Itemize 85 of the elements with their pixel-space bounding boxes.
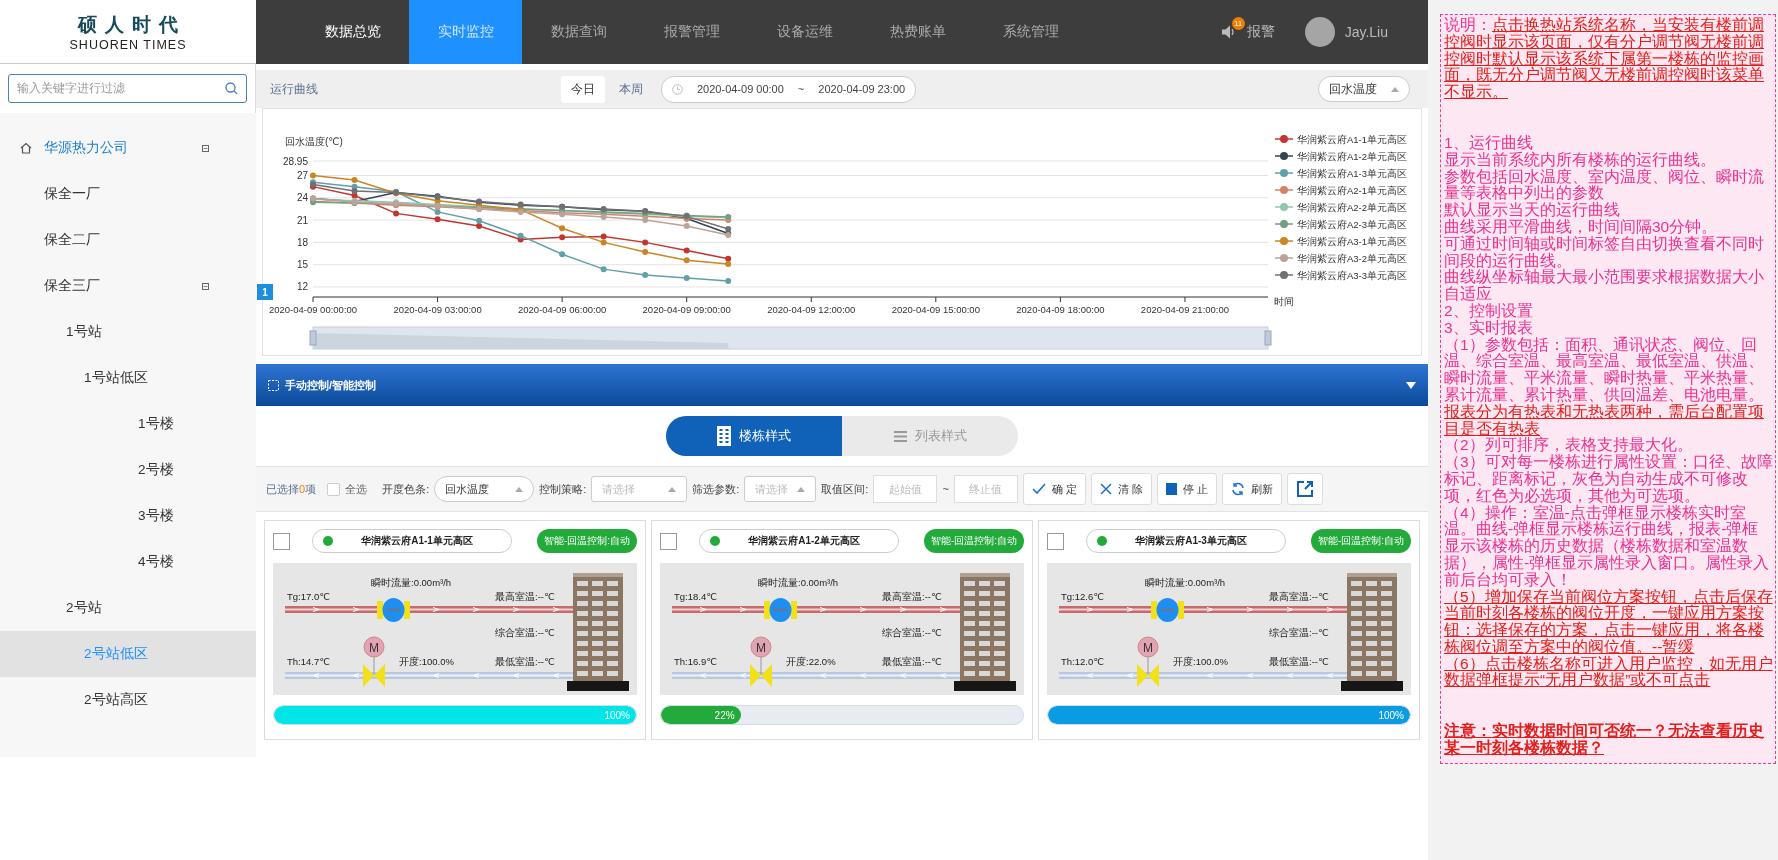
note-paragraph: （2）列可排序，表格支持最大化。 bbox=[1444, 437, 1694, 454]
axis-label: 2020-04-09 12:00:00 bbox=[767, 304, 856, 315]
filter-label: 取值区间: bbox=[821, 481, 869, 497]
axis-label: 2020-04-09 21:00:00 bbox=[1140, 304, 1230, 315]
axis-label: 2020-04-09 03:00:00 bbox=[393, 304, 482, 315]
note-paragraph: 可通过时间轴或时间标签自由切换查看不同时间段的运行曲线。 bbox=[1444, 235, 1765, 269]
note-paragraph: 2、控制设置 bbox=[1444, 302, 1534, 319]
note-paragraph: 显示当前系统内所有楼栋的运行曲线。 bbox=[1444, 151, 1717, 169]
note-paragraph: 参数包括回水温度、室内温度、阀位、瞬时流量等表格中列出的参数 bbox=[1444, 168, 1765, 202]
note-paragraph: （3）可对每一楼栋进行属性设置：口径、故障标记、距离标记，灰色为自动生成不可修改项，红色为必选项，其他为可选项。 bbox=[1444, 454, 1773, 504]
axis-label: 21 bbox=[296, 214, 308, 226]
axis-label: 28.95 bbox=[282, 155, 308, 167]
note-paragraph: 曲线纵坐标轴最大最小范围要求根据数据大小自适应 bbox=[1444, 269, 1765, 303]
motor-label: M bbox=[1143, 641, 1153, 655]
filter-label: 开度色条: bbox=[382, 481, 430, 497]
page-badge: 1 bbox=[257, 284, 273, 300]
filter-label: 控制策略: bbox=[539, 481, 587, 497]
note-paragraph: 曲线采用平滑曲线，时间间隔30分钟。 bbox=[1444, 218, 1719, 235]
motor-label: M bbox=[756, 641, 766, 655]
average-room-temperature: 综合室温:--℃ bbox=[882, 627, 942, 640]
note-paragraph: 注意：实时数据时间可否统一？无法查看历史某一时刻各楼栋数据？ bbox=[1444, 721, 1765, 757]
min-room-temperature: 最低室温:--℃ bbox=[882, 656, 942, 669]
progress-value: 100% bbox=[1378, 709, 1405, 721]
valve-opening: 开度:100.0% bbox=[1173, 656, 1228, 669]
flow-rate: 瞬时流量:0.00m³/h bbox=[758, 577, 839, 590]
note-paragraph: 默认显示当天的运行曲线 bbox=[1444, 202, 1621, 219]
legend-label: 华润紫云府A2-2单元高区 bbox=[1297, 201, 1408, 213]
average-room-temperature: 综合室温:--℃ bbox=[495, 627, 555, 640]
return-temperature: Th:16.9℃ bbox=[674, 656, 717, 667]
legend-label: 华润紫云府A1-1单元高区 bbox=[1297, 133, 1408, 145]
valve-opening: 开度:100.0% bbox=[399, 656, 454, 669]
max-room-temperature: 最高室温:--℃ bbox=[882, 591, 942, 604]
legend-label: 华润紫云府A1-3单元高区 bbox=[1297, 167, 1408, 179]
legend-label: 华润紫云府A3-1单元高区 bbox=[1297, 235, 1408, 247]
progress-value: 100% bbox=[604, 709, 631, 721]
note-paragraph: 1、运行曲线 bbox=[1444, 133, 1534, 151]
min-room-temperature: 最低室温:--℃ bbox=[1269, 656, 1329, 669]
axis-label: 24 bbox=[296, 192, 308, 204]
control-mode-badge: 智能-回温控制:自动 bbox=[1310, 529, 1411, 553]
min-room-temperature: 最低室温:--℃ bbox=[495, 656, 555, 669]
return-temperature: Th:14.7℃ bbox=[287, 656, 330, 667]
return-temperature: Th:12.0℃ bbox=[1061, 656, 1104, 667]
note-paragraph: （6）点击楼栋名称可进入用户监控，如无用户数据弹框提示“无用户数据”或不可点击 bbox=[1444, 655, 1773, 690]
axis-label: 18 bbox=[296, 236, 308, 248]
legend-label: 华润紫云府A3-3单元高区 bbox=[1297, 269, 1408, 281]
note-paragraph: 3、实时报表 bbox=[1444, 319, 1534, 337]
filter-label: 筛选参数: bbox=[692, 481, 740, 497]
progress-value: 22% bbox=[714, 709, 736, 721]
axis-label: 27 bbox=[296, 170, 308, 181]
supply-temperature: Tg:12.6℃ bbox=[1061, 591, 1104, 602]
axis-label: 2020-04-09 18:00:00 bbox=[1016, 304, 1105, 315]
axis-label: 15 bbox=[296, 259, 308, 271]
range-separator: ~ bbox=[942, 483, 949, 495]
legend-label: 华润紫云府A1-2单元高区 bbox=[1297, 150, 1408, 162]
axis-label: 2020-04-09 00:00:00 bbox=[268, 304, 358, 315]
logo-title: 硕人时代 bbox=[78, 12, 186, 37]
selected-count: 已选择0项 bbox=[266, 481, 317, 497]
note-paragraph: （4）操作：室温-点击弹框显示楼栋实时室温。曲线-弹框显示楼栋运行曲线，报表-弹框显示该楼栋的历史数据（楼栋数据和室温数据），属性-弹框显示属性录入窗口。属性录入前后台均可录入！ bbox=[1444, 504, 1771, 588]
supply-temperature: Tg:17.0℃ bbox=[287, 591, 330, 602]
axis-label: 12 bbox=[296, 281, 308, 293]
axis-label: 2020-04-09 15:00:00 bbox=[891, 304, 980, 315]
axis-label: 2020-04-09 06:00:00 bbox=[518, 304, 607, 315]
panel-title: 运行曲线 bbox=[270, 81, 318, 97]
note-paragraph: （1）参数包括：面积、通讯状态、阀位、回温、综合室温、最高室温、最低室温、供温、瞬时流量、平米流量、瞬时热量、平米热量、累计流量、累计热量、供回温差、电池电量。 报表分为有热表和无热表两种，需后台配置项目是否有热表 bbox=[1444, 336, 1765, 438]
x-axis-title: 时间 bbox=[1274, 296, 1294, 307]
motor-label: M bbox=[369, 641, 379, 655]
flow-rate: 瞬时流量:0.00m³/h bbox=[371, 577, 452, 590]
logo-subtitle: SHUOREN TIMES bbox=[69, 37, 187, 52]
legend-label: 华润紫云府A2-3单元高区 bbox=[1297, 218, 1408, 230]
legend-label: 华润紫云府A2-1单元高区 bbox=[1297, 184, 1408, 196]
note-paragraph: （5）增加保存当前阀位方案按钮，点击后保存当前时刻各楼栋的阀位开度，一键应用方案按钮：选择保存的方案，点击一键应用，将各楼栋阀位调至方案中的阀位值。--暂缓 bbox=[1444, 588, 1773, 656]
axis-label: 2020-04-09 09:00:00 bbox=[642, 304, 731, 315]
alarm-count-badge: 11 bbox=[1231, 17, 1245, 30]
section-title: 手动控制/智能控制 bbox=[285, 377, 377, 393]
note-paragraph: 说明：点击换热站系统名称，当安装有楼前调控阀时显示该页面，仅有分户调节阀无楼前调控阀时默认显示该系统下属第一楼栋的监控画面，既无分户调节阀又无楼前调控阀时该菜单不显示。 bbox=[1444, 17, 1765, 101]
supply-temperature: Tg:18.4℃ bbox=[674, 591, 717, 602]
legend-label: 华润紫云府A3-2单元高区 bbox=[1297, 252, 1408, 264]
control-mode-badge: 智能-回温控制:自动 bbox=[536, 529, 637, 553]
valve-opening: 开度:22.0% bbox=[786, 656, 836, 669]
control-mode-badge: 智能-回温控制:自动 bbox=[923, 529, 1024, 553]
max-room-temperature: 最高室温:--℃ bbox=[495, 591, 555, 604]
flow-rate: 瞬时流量:0.00m³/h bbox=[1145, 577, 1226, 590]
max-room-temperature: 最高室温:--℃ bbox=[1269, 591, 1329, 604]
average-room-temperature: 综合室温:--℃ bbox=[1269, 627, 1329, 640]
y-axis-title: 回水温度(℃) bbox=[285, 136, 343, 147]
